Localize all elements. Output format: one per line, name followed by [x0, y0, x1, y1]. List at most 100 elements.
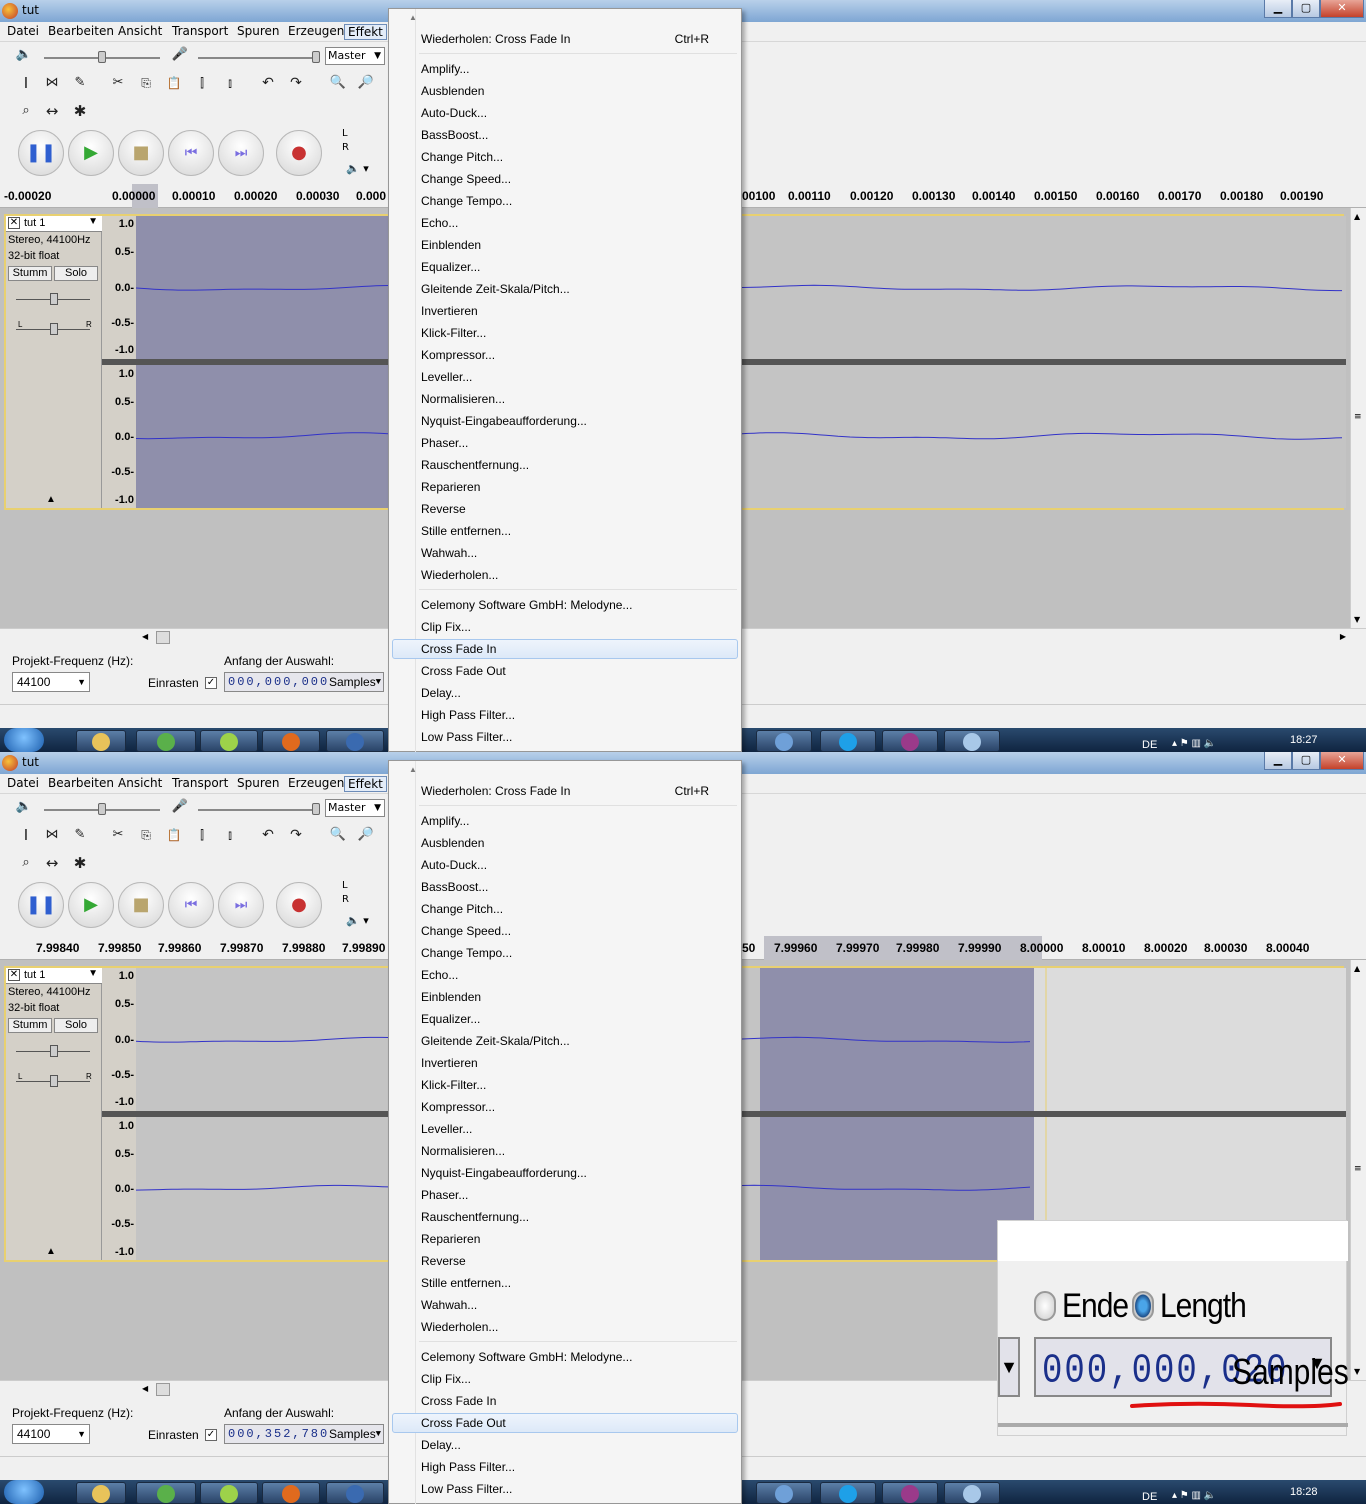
menu-item-effect[interactable]: Klick-Filter...	[421, 1075, 731, 1095]
playback-volume-thumb[interactable]	[98, 51, 106, 63]
silence-icon[interactable]: ⫾	[218, 824, 242, 848]
mute-button[interactable]: Stumm	[8, 266, 52, 281]
zoom-in-icon[interactable]: 🔍	[326, 824, 350, 848]
menu-item-effect[interactable]: Klick-Filter...	[421, 323, 731, 343]
menu-effekt[interactable]: Effekt	[344, 776, 387, 792]
cut-icon[interactable]: ✂	[106, 824, 130, 848]
selection-start-field[interactable]: 000,352,780 Samples ▼	[224, 1424, 384, 1444]
taskbar-explorer[interactable]	[76, 1482, 126, 1504]
playback-volume-thumb[interactable]	[98, 803, 106, 815]
menu-item-effect[interactable]: Echo...	[421, 213, 731, 233]
menu-item-effect[interactable]: Gleitende Zeit-Skala/Pitch...	[421, 279, 731, 299]
menu-item-plugin[interactable]: High Pass Filter...	[421, 705, 731, 725]
pan-slider[interactable]	[16, 322, 90, 336]
pan-slider[interactable]	[16, 1074, 90, 1088]
menu-item-effect[interactable]: Wiederholen...	[421, 1317, 731, 1337]
play-button[interactable]: ▶	[68, 130, 114, 176]
selection-start-field[interactable]: 000,000,000 Samples ▼	[224, 672, 384, 692]
taskbar-app-green[interactable]	[136, 730, 196, 752]
taskbar-app-lime[interactable]	[200, 730, 258, 752]
zoom-out-icon[interactable]: 🔎	[354, 72, 378, 96]
collapse-track-icon[interactable]: ▲	[46, 1246, 56, 1257]
menu-item-plugin[interactable]: Celemony Software GmbH: Melodyne...	[421, 595, 731, 615]
menu-item-effect[interactable]: Change Speed...	[421, 921, 731, 941]
zoom-in-icon[interactable]: 🔍	[326, 72, 350, 96]
menu-item-effect[interactable]: Equalizer...	[421, 257, 731, 277]
menu-item-effect[interactable]: Wahwah...	[421, 1295, 731, 1315]
language-indicator[interactable]: DE	[1142, 1491, 1157, 1503]
menu-item-effect[interactable]: Normalisieren...	[421, 1141, 731, 1161]
menu-item-plugin[interactable]: Cross Fade Out	[421, 661, 731, 681]
zoom-tool-icon[interactable]: ⌕	[14, 852, 38, 876]
stop-button[interactable]: ■	[118, 130, 164, 176]
menu-item-effect[interactable]: Leveller...	[421, 1119, 731, 1139]
meter-speaker-icon[interactable]: 🔈 ▾	[346, 914, 369, 927]
scroll-up-icon[interactable]: ▲	[1354, 964, 1360, 973]
project-rate-select[interactable]: 44100 ▼	[12, 672, 90, 692]
taskbar-network[interactable]	[756, 730, 812, 752]
track-close-icon[interactable]: ✕	[8, 217, 20, 229]
cut-icon[interactable]: ✂	[106, 72, 130, 96]
taskbar-app-lime[interactable]	[200, 1482, 258, 1504]
minimize-button[interactable]: ▁	[1264, 0, 1292, 18]
collapse-track-icon[interactable]: ▲	[46, 494, 56, 505]
track-close-icon[interactable]: ✕	[8, 969, 20, 981]
menu-item-effect[interactable]: Stille entfernen...	[421, 521, 731, 541]
copy-icon[interactable]: ⎘	[134, 72, 158, 96]
menu-item-effect[interactable]: Phaser...	[421, 1185, 731, 1205]
menu-item-effect[interactable]: Amplify...	[421, 59, 731, 79]
selection-length-field[interactable]: 000,000,020 Samples ▼	[1034, 1337, 1349, 1397]
minimize-button[interactable]: ▁	[1264, 752, 1292, 770]
menu-item-effect[interactable]: Kompressor...	[421, 1097, 731, 1117]
menu-bearbeiten[interactable]: Bearbeiten	[45, 24, 117, 40]
gain-slider[interactable]	[16, 1044, 90, 1058]
menu-item-effect[interactable]: Amplify...	[421, 811, 731, 831]
record-volume-slider[interactable]	[198, 57, 318, 59]
scroll-grip-icon[interactable]: ≡	[1354, 1164, 1362, 1174]
menu-transport[interactable]: Transport	[169, 776, 231, 792]
meter-speaker-icon[interactable]: 🔈 ▾	[346, 162, 369, 175]
menu-item-plugin[interactable]: Delay...	[421, 1435, 731, 1455]
menu-item-effect[interactable]: Reverse	[421, 499, 731, 519]
menu-item-effect[interactable]: Echo...	[421, 965, 731, 985]
vertical-scrollbar[interactable]: ▲ ≡ ▼	[1350, 960, 1366, 1380]
snap-checkbox[interactable]: ✓	[205, 1429, 217, 1441]
scroll-left-icon[interactable]: ◀	[142, 1384, 148, 1393]
menu-erzeugen[interactable]: Erzeugen	[285, 776, 347, 792]
end-radio[interactable]	[1034, 1291, 1056, 1321]
taskbar-skype[interactable]	[820, 730, 876, 752]
menu-item-repeat-last[interactable]: Wiederholen: Cross Fade In Ctrl+R	[421, 781, 731, 801]
pause-button[interactable]: ❚❚	[18, 882, 64, 928]
taskbar-archiver[interactable]	[882, 730, 938, 752]
track-name-menu[interactable]: ✕ tut 1 ▼	[6, 968, 102, 984]
menu-item-effect[interactable]: Kompressor...	[421, 345, 731, 365]
menu-item-effect[interactable]: Reverse	[421, 1251, 731, 1271]
multi-tool-icon[interactable]: ✱	[68, 852, 92, 876]
time-shift-tool-icon[interactable]: ↔	[40, 852, 64, 876]
zoom-out-icon[interactable]: 🔎	[354, 824, 378, 848]
menu-item-repeat-last[interactable]: Wiederholen: Cross Fade In Ctrl+R	[421, 29, 731, 49]
menu-item-plugin[interactable]: Clip Fix...	[421, 617, 731, 637]
menu-item-effect[interactable]: Invertieren	[421, 1053, 731, 1073]
menu-item-effect[interactable]: Auto-Duck...	[421, 103, 731, 123]
menu-item-effect[interactable]: Ausblenden	[421, 833, 731, 853]
menu-item-effect[interactable]: Change Speed...	[421, 169, 731, 189]
menu-item-effect[interactable]: Stille entfernen...	[421, 1273, 731, 1293]
menu-item-plugin[interactable]: Cross Fade In	[421, 1391, 731, 1411]
undo-icon[interactable]: ↶	[256, 824, 280, 848]
taskbar-firefox[interactable]	[262, 1482, 320, 1504]
menu-item-effect[interactable]: Equalizer...	[421, 1009, 731, 1029]
menu-item-plugin[interactable]: Cross Fade Out	[421, 1413, 731, 1433]
draw-tool-icon[interactable]: ✎	[68, 72, 92, 96]
selection-tool-icon[interactable]: I	[14, 72, 38, 96]
menu-item-effect[interactable]: Change Pitch...	[421, 899, 731, 919]
menu-item-effect[interactable]: Wahwah...	[421, 543, 731, 563]
taskbar-app-green[interactable]	[136, 1482, 196, 1504]
scroll-grip-icon[interactable]: ≡	[1354, 412, 1362, 422]
menu-item-effect[interactable]: Reparieren	[421, 477, 731, 497]
mixer-source-select[interactable]: Master ▼	[325, 47, 385, 65]
menu-item-plugin[interactable]: Clip Fix...	[421, 1369, 731, 1389]
menu-item-plugin[interactable]: High Pass Filter...	[421, 1457, 731, 1477]
skip-end-button[interactable]: ⏭	[218, 130, 264, 176]
trim-icon[interactable]: ⫿	[190, 824, 214, 848]
